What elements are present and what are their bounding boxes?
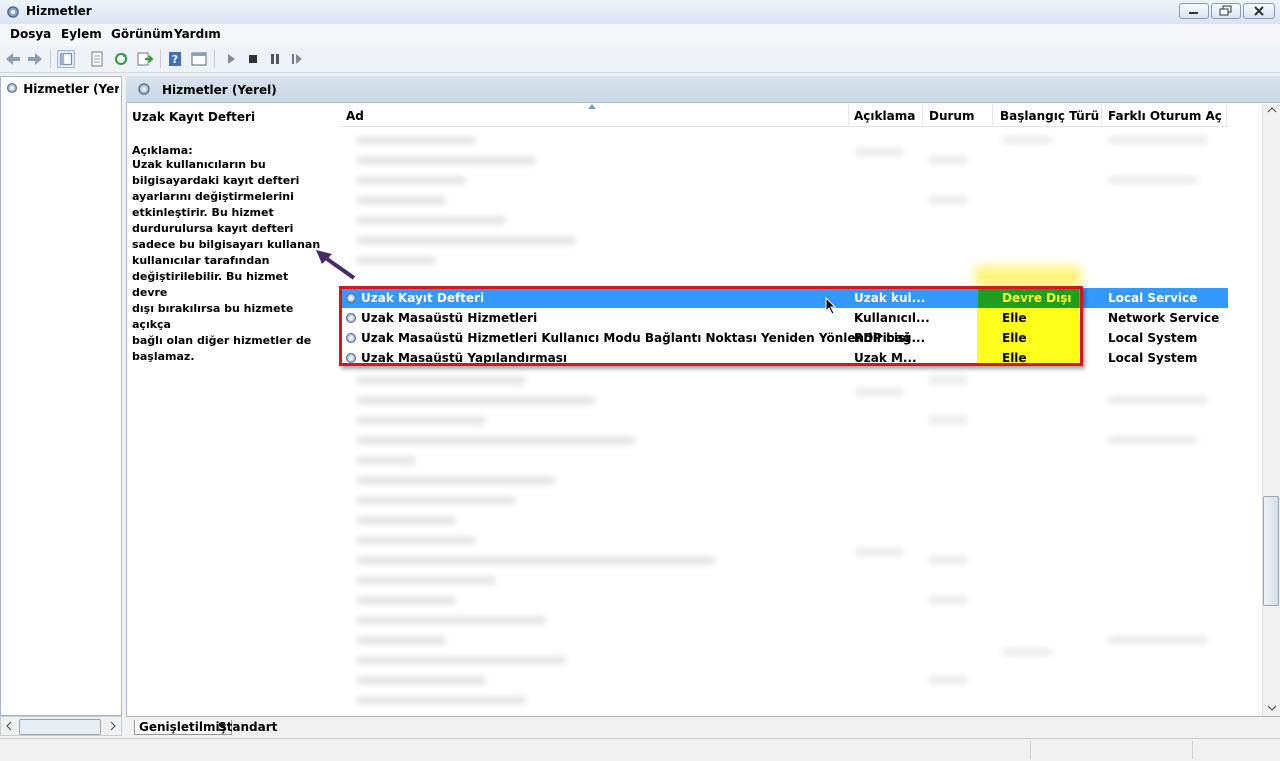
description-line: Uzak kullanıcıların bu (132, 158, 266, 171)
tree-horizontal-scrollbar[interactable] (0, 716, 122, 736)
list-scroll-thumb[interactable] (1263, 496, 1279, 606)
main-pane-title: Hizmetler (Yerel) (162, 83, 277, 97)
close-button[interactable] (1243, 3, 1275, 19)
toolbar: ? (0, 46, 1280, 73)
service-logon: Local Service (1108, 291, 1198, 305)
tree-node-services-local[interactable]: Hizmetler (Yerel) (5, 81, 119, 96)
status-divider (1192, 741, 1193, 759)
properties-sheet-icon[interactable] (88, 50, 106, 68)
description-line: sadece bu bilgisayarı kullanan (132, 238, 321, 251)
description-pane: Uzak Kayıt Defteri Açıklama: Uzak kullan… (132, 110, 332, 365)
toolbar-separator (214, 50, 215, 68)
toolbar-separator (160, 50, 161, 68)
close-icon (1254, 6, 1264, 16)
list-vertical-scrollbar[interactable] (1262, 104, 1280, 716)
column-header-log-on-as[interactable]: Farklı Oturum Aç (1108, 109, 1222, 123)
pause-service-icon[interactable] (266, 50, 284, 68)
service-logon: Network Service (1108, 311, 1220, 325)
scroll-right-arrow-icon[interactable] (109, 721, 117, 731)
menu-bar: Dosya Eylem Görünüm Yardım (0, 24, 1280, 47)
sort-ascending-icon (588, 104, 596, 109)
description-line: ayarlarını değiştirmelerini (132, 190, 294, 203)
description-line: bilgisayardaki kayıt defteri (132, 174, 300, 187)
restore-button[interactable] (1211, 3, 1241, 19)
window-title: Hizmetler (26, 4, 92, 18)
column-header-startup-type[interactable]: Başlangıç Türü (1000, 109, 1099, 123)
show-hide-console-tree-icon[interactable] (57, 50, 75, 68)
title-bar: Hizmetler (0, 0, 1280, 25)
services-list-header: Ad Açıklama Durum Başlangıç Türü Farklı … (340, 104, 1228, 127)
export-list-icon[interactable] (136, 50, 154, 68)
scroll-up-arrow-icon[interactable] (1267, 106, 1277, 114)
services-gear-icon (138, 83, 150, 95)
description-line: başlamaz. (132, 350, 195, 363)
description-line: kullanıcılar tarafından (132, 254, 270, 267)
mouse-cursor-icon (825, 297, 837, 315)
main-pane-header: Hizmetler (Yerel) (126, 76, 1280, 103)
menu-action[interactable]: Eylem (61, 27, 102, 41)
restore-icon (1219, 5, 1232, 16)
forward-arrow-icon[interactable] (26, 50, 44, 68)
services-gear-icon (6, 82, 18, 94)
description-line: etkinleştirir. Bu hizmet (132, 206, 274, 219)
tree-scroll-thumb[interactable] (19, 719, 101, 735)
refresh-icon[interactable] (112, 50, 130, 68)
column-divider[interactable] (992, 104, 993, 126)
description-label: Açıklama: (132, 144, 193, 157)
view-tabs: Genişletilmiş Standart (126, 716, 1280, 739)
menu-view[interactable]: Görünüm (111, 27, 173, 41)
tree-node-label: Hizmetler (Yerel) (23, 82, 119, 96)
selected-service-name: Uzak Kayıt Defteri (132, 110, 256, 124)
service-logon: Local System (1108, 351, 1198, 365)
service-logon: Local System (1108, 331, 1198, 345)
minimize-button[interactable] (1179, 3, 1209, 19)
description-line: değiştirilebilir. Bu hizmet devre (132, 270, 289, 299)
scroll-down-arrow-icon[interactable] (1267, 704, 1277, 712)
description-line: dışı bırakılırsa bu hizmete açıkça (132, 302, 294, 331)
startup-highlight-glow (975, 266, 1081, 288)
back-arrow-icon[interactable] (4, 50, 22, 68)
menu-help[interactable]: Yardım (174, 27, 221, 41)
restart-service-icon[interactable] (288, 50, 306, 68)
console-tree: Hizmetler (Yerel) (0, 76, 122, 716)
tab-standard[interactable]: Standart (214, 720, 281, 734)
column-divider[interactable] (922, 104, 923, 126)
status-divider (1030, 741, 1031, 759)
services-gear-icon (7, 6, 19, 18)
svg-text:?: ? (172, 53, 178, 66)
stop-service-icon[interactable] (244, 50, 262, 68)
toolbar-separator (50, 50, 51, 68)
description-line: durdurulursa kayıt defteri (132, 222, 294, 235)
minimize-icon (1189, 12, 1198, 14)
help-icon[interactable]: ? (166, 50, 184, 68)
column-header-status[interactable]: Durum (929, 109, 974, 123)
show-pane-icon[interactable] (190, 50, 208, 68)
blurred-service-rows (342, 128, 1228, 716)
start-service-icon[interactable] (222, 50, 240, 68)
column-header-description[interactable]: Açıklama (854, 109, 915, 123)
column-header-name[interactable]: Ad (346, 109, 364, 123)
description-line: bağlı olan diğer hizmetler de (132, 334, 312, 347)
column-divider[interactable] (848, 104, 849, 126)
menu-file[interactable]: Dosya (10, 27, 51, 41)
column-divider[interactable] (1101, 104, 1102, 126)
status-bar (0, 738, 1280, 761)
scroll-left-arrow-icon[interactable] (5, 721, 13, 731)
description-text: Uzak kullanıcıların bu bilgisayardaki ka… (132, 157, 327, 365)
annotation-highlight-box (339, 286, 1083, 366)
column-divider[interactable] (1226, 104, 1227, 126)
